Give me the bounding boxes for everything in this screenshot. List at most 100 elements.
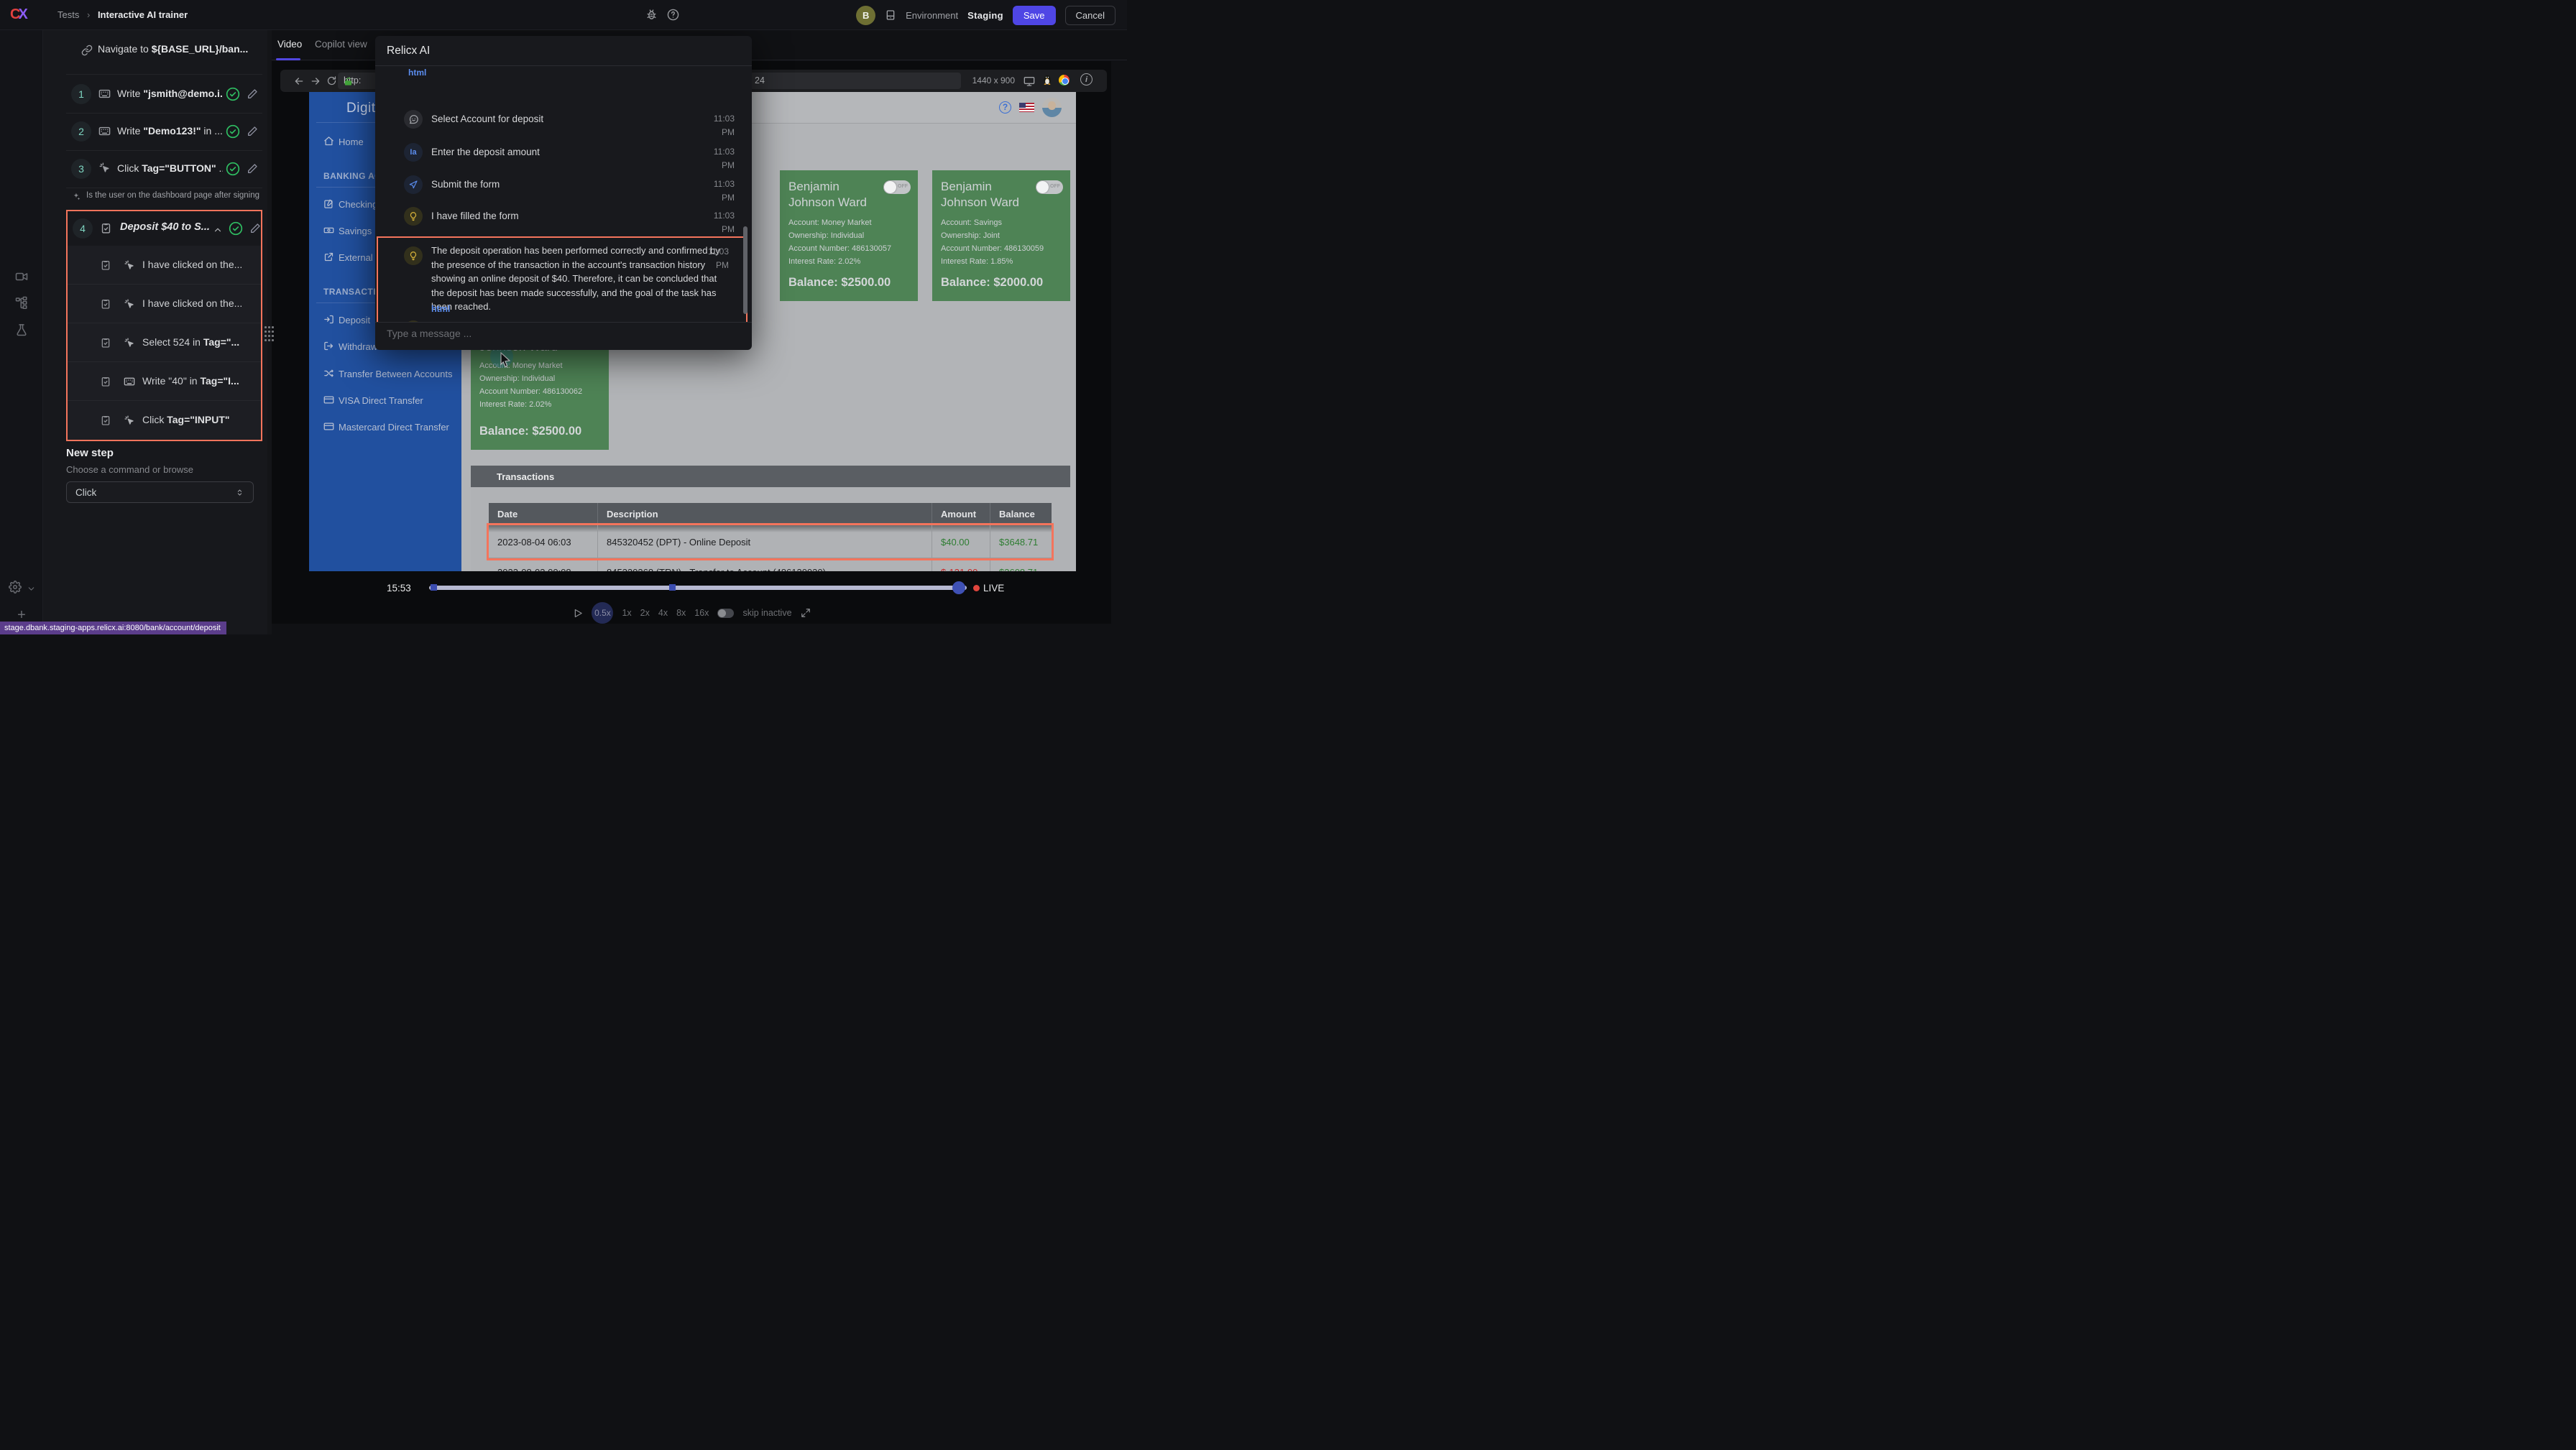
message-input[interactable] bbox=[387, 328, 724, 339]
scrubber-marker[interactable] bbox=[431, 584, 437, 591]
sign-out-icon bbox=[323, 340, 334, 351]
speed-0.5x-active[interactable]: 0.5x bbox=[592, 602, 613, 624]
speed-4x[interactable]: 4x bbox=[658, 608, 668, 618]
cursor-click-icon bbox=[124, 414, 135, 427]
chat-bubble-icon bbox=[404, 110, 423, 129]
bank-nav-label: Home bbox=[339, 137, 364, 147]
html-link[interactable]: html bbox=[431, 304, 450, 314]
navigate-step[interactable]: Navigate to ${BASE_URL}/ban... bbox=[43, 36, 267, 68]
transaction-balance: $3608.71 bbox=[990, 558, 1052, 571]
breadcrumb-tests[interactable]: Tests bbox=[58, 9, 79, 20]
us-flag-icon[interactable] bbox=[1019, 103, 1034, 112]
back-arrow-icon[interactable] bbox=[293, 75, 305, 88]
flask-icon[interactable] bbox=[0, 323, 43, 336]
speed-16x[interactable]: 16x bbox=[694, 608, 709, 618]
edit-pencil-icon[interactable] bbox=[249, 222, 261, 235]
transaction-description: 845320452 (DPT) - Online Deposit bbox=[598, 525, 932, 558]
bank-nav-label: Deposit bbox=[339, 315, 370, 325]
panel-scrollbar[interactable] bbox=[743, 226, 748, 314]
bank-nav-transfer-between-accounts[interactable]: Transfer Between Accounts bbox=[309, 366, 461, 383]
transaction-row-highlighted[interactable]: 2023-08-04 06:03 845320452 (DPT) - Onlin… bbox=[489, 525, 1052, 558]
substep-row[interactable]: I have clicked on the... bbox=[68, 246, 261, 285]
save-button[interactable]: Save bbox=[1013, 6, 1056, 25]
step-text-bold: "jsmith@demo.i... bbox=[143, 88, 223, 99]
bug-icon[interactable] bbox=[645, 9, 658, 22]
sidebar-resize-handle[interactable] bbox=[267, 30, 272, 634]
skip-inactive-toggle[interactable] bbox=[717, 609, 734, 618]
live-dot-icon bbox=[973, 585, 980, 591]
account-holder-name: Benjamin Johnson Ward bbox=[788, 179, 878, 211]
home-icon bbox=[323, 135, 334, 147]
cancel-button[interactable]: Cancel bbox=[1065, 6, 1116, 25]
substep-text: Write "40" in bbox=[142, 375, 201, 387]
cursor-click-icon bbox=[124, 297, 135, 310]
substep-row[interactable]: Write "40" in Tag="I... bbox=[68, 362, 261, 401]
transactions-title: Transactions bbox=[497, 471, 554, 482]
edit-pencil-icon[interactable] bbox=[247, 125, 258, 138]
cx-logo[interactable]: CX bbox=[10, 6, 27, 23]
clipboard-icon bbox=[100, 297, 111, 310]
account-ownership: Ownership: Joint bbox=[941, 229, 1062, 242]
scrubber-marker[interactable] bbox=[669, 584, 676, 591]
external-link-icon bbox=[323, 251, 334, 262]
speed-1x[interactable]: 1x bbox=[622, 608, 631, 618]
navigate-step-target: ${BASE_URL}/ban... bbox=[152, 43, 249, 55]
speed-2x[interactable]: 2x bbox=[640, 608, 650, 618]
html-link[interactable]: html bbox=[408, 68, 426, 78]
step-text-bold: Tag="BUTTON" bbox=[142, 162, 216, 174]
bank-nav-mastercard-transfer[interactable]: Mastercard Direct Transfer bbox=[309, 419, 461, 436]
edit-pencil-icon[interactable] bbox=[247, 88, 258, 101]
transaction-row[interactable]: 2023-08-03 00:08 845320368 (TRN) - Trans… bbox=[489, 558, 1052, 571]
column-header-amount[interactable]: Amount bbox=[932, 503, 990, 525]
breadcrumb: Tests › Interactive AI trainer bbox=[58, 9, 188, 20]
video-camera-icon[interactable] bbox=[0, 270, 43, 283]
help-icon[interactable] bbox=[667, 9, 679, 22]
tab-copilot-view[interactable]: Copilot view bbox=[315, 39, 367, 50]
refresh-icon[interactable] bbox=[326, 75, 337, 88]
bank-nav-visa-transfer[interactable]: VISA Direct Transfer bbox=[309, 392, 461, 410]
banknote-icon bbox=[323, 224, 334, 236]
bank-help-icon[interactable]: ? bbox=[999, 101, 1011, 114]
account-type: Account: Savings bbox=[941, 216, 1062, 229]
environment-label: Environment bbox=[906, 10, 958, 21]
workflow-tree-icon[interactable] bbox=[0, 296, 43, 309]
divider bbox=[66, 74, 262, 75]
avatar[interactable]: B bbox=[856, 6, 875, 25]
play-icon[interactable] bbox=[572, 607, 583, 618]
step-passed-check-icon bbox=[229, 221, 243, 236]
info-icon[interactable]: i bbox=[1080, 73, 1092, 86]
substep-row[interactable]: I have clicked on the... bbox=[68, 285, 261, 323]
card-toggle-off[interactable]: OFF bbox=[883, 180, 911, 194]
substep-row[interactable]: Click Tag="INPUT" bbox=[68, 401, 261, 440]
substep-row[interactable]: Select 524 in Tag="... bbox=[68, 323, 261, 362]
command-select[interactable]: Click bbox=[66, 481, 254, 503]
assistant-message-list[interactable]: html Select Account for deposit 11:03 PM… bbox=[375, 66, 752, 322]
column-header-description[interactable]: Description bbox=[598, 503, 932, 525]
step-row-3[interactable]: 3 Click Tag="BUTTON" ... bbox=[43, 150, 267, 188]
card-toggle-off[interactable]: OFF bbox=[1036, 180, 1063, 194]
fullscreen-expand-icon[interactable] bbox=[801, 608, 811, 619]
collapse-chevron-icon[interactable] bbox=[213, 223, 223, 236]
playback-scrubber[interactable] bbox=[429, 586, 967, 590]
assistant-message: Enter the deposit amount bbox=[431, 147, 540, 157]
environment-value[interactable]: Staging bbox=[967, 10, 1003, 21]
step-group-header[interactable]: 4 Deposit $40 to S... bbox=[68, 211, 261, 246]
speed-8x[interactable]: 8x bbox=[676, 608, 686, 618]
relicx-ai-panel: Relicx AI html Select Account for deposi… bbox=[375, 36, 752, 350]
forward-arrow-icon[interactable] bbox=[310, 75, 321, 88]
edit-pencil-icon[interactable] bbox=[247, 162, 258, 175]
step-row-2[interactable]: 2 Write "Demo123!" in ... bbox=[43, 113, 267, 150]
account-card-money-market[interactable]: Benjamin Johnson Ward OFF Account: Money… bbox=[780, 170, 918, 301]
command-select-value: Click bbox=[75, 487, 96, 498]
step-passed-check-icon bbox=[226, 162, 240, 176]
column-header-balance[interactable]: Balance bbox=[990, 503, 1052, 525]
bank-user-avatar[interactable] bbox=[1042, 98, 1062, 117]
column-header-date[interactable]: Date bbox=[489, 503, 598, 525]
account-card-savings[interactable]: Benjamin Johnson Ward OFF Account: Savin… bbox=[932, 170, 1070, 301]
linux-penguin-icon bbox=[1042, 74, 1052, 89]
playhead-handle[interactable] bbox=[952, 581, 965, 594]
transaction-date: 2023-08-04 06:03 bbox=[489, 525, 598, 558]
step-row-1[interactable]: 1 Write "jsmith@demo.i... bbox=[43, 75, 267, 113]
live-label[interactable]: LIVE bbox=[983, 583, 1004, 594]
tab-video[interactable]: Video bbox=[277, 39, 302, 50]
